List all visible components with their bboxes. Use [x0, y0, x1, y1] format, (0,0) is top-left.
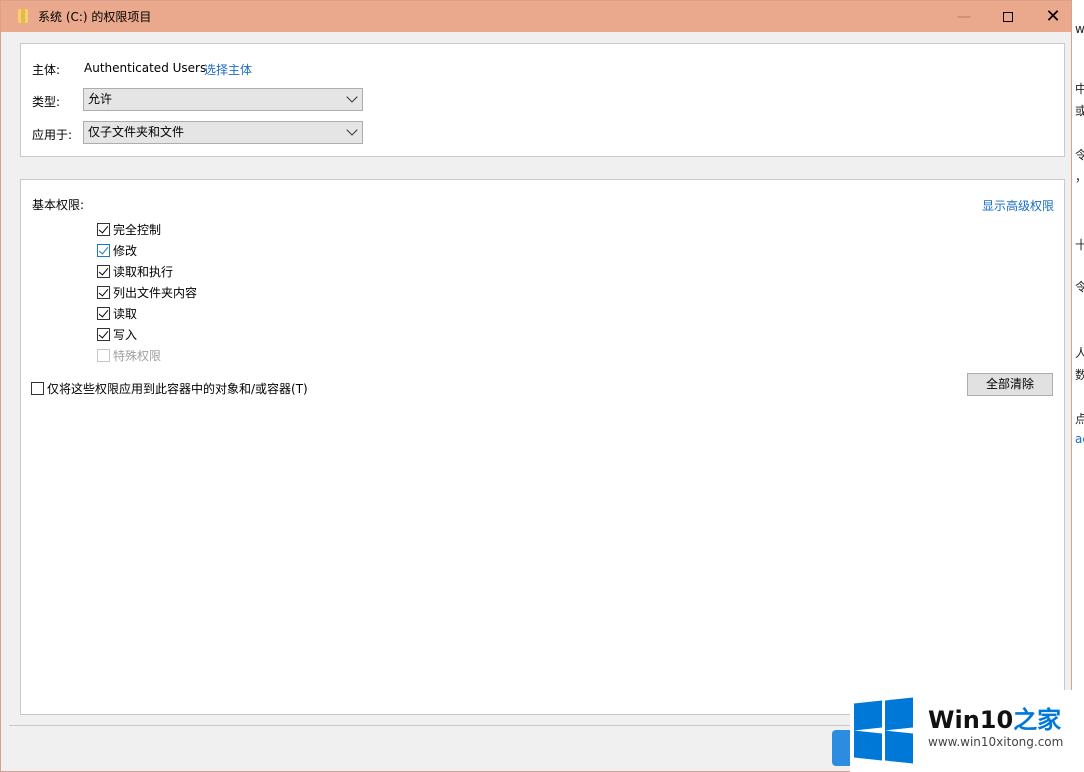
- watermark-name-prefix: Win10: [928, 706, 1014, 734]
- watermark-url: www.win10xitong.com: [928, 735, 1064, 749]
- permission-label[interactable]: 完全控制: [113, 221, 161, 238]
- permission-label[interactable]: 读取: [113, 305, 137, 322]
- maximize-button[interactable]: [985, 1, 1031, 32]
- permission-checkbox[interactable]: [97, 328, 110, 341]
- permission-checkbox[interactable]: [97, 286, 110, 299]
- permission-label: 特殊权限: [113, 349, 162, 363]
- principal-panel: 主体: Authenticated Users 选择主体 类型: 允许 应用于:…: [20, 43, 1065, 157]
- watermark-name: Win10之家: [928, 700, 1061, 735]
- bg-fragment: 人自: [1075, 344, 1084, 361]
- permission-checkbox: [97, 349, 110, 362]
- applies-to-select-value: 仅子文件夹和文件: [88, 125, 185, 139]
- bg-fragment: 或: [1075, 102, 1084, 119]
- type-select-value: 允许: [88, 92, 113, 106]
- permission-label[interactable]: 写入: [113, 326, 137, 343]
- windows-logo-icon: [885, 730, 913, 764]
- minimize-button[interactable]: —: [941, 1, 987, 32]
- bg-fragment: 点: [1075, 410, 1084, 427]
- permission-label[interactable]: 列出文件夹内容: [113, 284, 197, 301]
- background-window-right: wi 中 或 令 ， 十 令 人自 数 点 ac: [1071, 0, 1084, 772]
- title-bar[interactable]: 系统 (C:) 的权限项目 — ✕: [1, 1, 1071, 32]
- principal-value: Authenticated Users: [84, 61, 207, 75]
- basic-permissions-label: 基本权限:: [32, 198, 85, 212]
- type-select[interactable]: 允许: [83, 88, 363, 111]
- applies-to-select[interactable]: 仅子文件夹和文件: [83, 121, 363, 144]
- watermark: Win10之家 www.win10xitong.com: [850, 690, 1084, 772]
- chevron-down-icon: [346, 91, 358, 103]
- applies-to-label: 应用于:: [32, 128, 73, 142]
- type-label: 类型:: [32, 95, 61, 109]
- bird-icon: [832, 730, 852, 766]
- permission-checkbox[interactable]: [97, 307, 110, 320]
- apply-to-container-checkbox[interactable]: [31, 382, 44, 395]
- bg-fragment: ac: [1075, 432, 1084, 446]
- permission-label[interactable]: 读取和执行: [113, 263, 173, 280]
- watermark-name-suffix: 之家: [1013, 706, 1062, 734]
- permission-checkbox[interactable]: [97, 244, 110, 257]
- clear-all-button[interactable]: 全部清除: [967, 373, 1053, 396]
- close-button[interactable]: ✕: [1030, 1, 1076, 32]
- bg-fragment: 中: [1075, 80, 1084, 97]
- windows-logo-icon: [854, 700, 882, 731]
- bg-fragment: ，: [1075, 168, 1084, 185]
- permission-label[interactable]: 修改: [113, 242, 137, 259]
- permission-checkbox[interactable]: [97, 265, 110, 278]
- show-advanced-permissions-link[interactable]: 显示高级权限: [982, 197, 1054, 214]
- basic-permissions-panel: 基本权限: 显示高级权限 完全控制 修改 读取和执行 列出文件夹内容 读取 写入 特殊权限 …: [20, 179, 1065, 715]
- bg-fragment: wi: [1075, 22, 1084, 36]
- windows-logo-icon: [885, 697, 913, 731]
- bg-fragment: 数: [1075, 366, 1084, 383]
- principal-label: 主体:: [32, 63, 61, 77]
- bg-fragment: 令: [1075, 146, 1084, 163]
- window-title: 系统 (C:) 的权限项目: [38, 10, 152, 24]
- select-principal-link[interactable]: 选择主体: [204, 61, 252, 78]
- permission-entry-dialog: 系统 (C:) 的权限项目 — ✕ 主体: Authenticated User…: [0, 0, 1072, 772]
- apply-to-container-label[interactable]: 仅将这些权限应用到此容器中的对象和/或容器(T): [47, 380, 308, 397]
- permission-checkbox[interactable]: [97, 223, 110, 236]
- folder-icon: [18, 9, 28, 23]
- maximize-icon: [1003, 11, 1013, 22]
- windows-logo-icon: [854, 730, 882, 761]
- chevron-down-icon: [346, 124, 358, 136]
- bg-fragment: 令: [1075, 278, 1084, 295]
- bg-fragment: 十: [1075, 236, 1084, 253]
